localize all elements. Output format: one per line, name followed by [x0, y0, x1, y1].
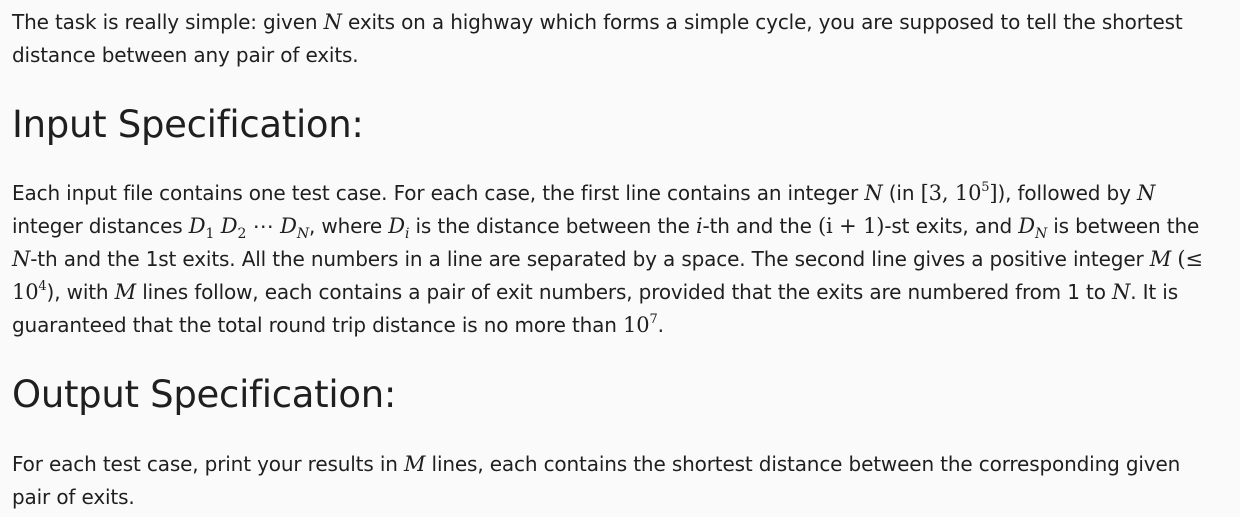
- math-range: [3, 105]: [921, 181, 998, 205]
- output-spec-paragraph: For each test case, print your results i…: [12, 448, 1224, 514]
- intro-text: The task is really simple: given: [12, 10, 324, 34]
- math-sub: 1: [205, 226, 215, 242]
- input-text: -st exits, and: [884, 214, 1019, 238]
- input-spec-heading: Input Specification:: [12, 103, 364, 146]
- math-ten-pow-7: 107: [623, 313, 658, 337]
- output-spec-heading: Output Specification:: [12, 373, 397, 416]
- math-n: N: [864, 181, 883, 205]
- input-text: -th and the: [702, 214, 818, 238]
- math-d: D: [1018, 214, 1035, 238]
- math-di: Di: [388, 214, 409, 241]
- output-text: For each test case, print your results i…: [12, 452, 404, 476]
- math-d: D: [388, 214, 405, 238]
- input-text: -th and the 1st exits. All the numbers i…: [30, 247, 1150, 271]
- math-sub: N: [296, 226, 309, 242]
- math-dots: ⋯: [252, 214, 274, 238]
- math-dn: DN: [1018, 214, 1047, 241]
- math-range-open: [3, 10: [920, 181, 982, 205]
- input-text: is the distance between the: [409, 214, 696, 238]
- intro-paragraph: The task is really simple: given N exits…: [12, 6, 1224, 72]
- input-text: is between the: [1047, 214, 1200, 238]
- math-n: N: [1112, 280, 1131, 304]
- input-spec-paragraph: Each input file contains one test case. …: [12, 177, 1224, 342]
- math-n: N: [1136, 181, 1156, 205]
- math-n: N: [323, 10, 342, 34]
- math-sub: 2: [237, 226, 247, 242]
- math-distances: D1 D2 ⋯ DN: [188, 214, 309, 241]
- math-m: M: [114, 280, 137, 304]
- math-i: i: [695, 214, 703, 238]
- input-text: , where: [308, 214, 389, 238]
- input-text: .: [657, 313, 664, 337]
- input-text: Each input file contains one test case. …: [12, 181, 865, 205]
- input-text: integer distances: [12, 214, 189, 238]
- math-ten: 10: [623, 313, 650, 337]
- math-m: M: [1149, 247, 1172, 271]
- math-d: D: [280, 214, 297, 238]
- math-i-plus-1: (i + 1): [817, 214, 885, 238]
- input-text: lines follow, each contains a pair of ex…: [136, 280, 1112, 304]
- math-n: N: [12, 247, 31, 271]
- math-sub: N: [1034, 226, 1048, 242]
- input-text: ), with: [46, 280, 115, 304]
- input-text: (in: [882, 181, 921, 205]
- problem-statement: The task is really simple: given N exits…: [0, 0, 1240, 514]
- input-text: ), followed by: [997, 181, 1137, 205]
- math-exp: 7: [649, 312, 658, 327]
- math-d: D: [220, 214, 238, 238]
- math-m: M: [403, 452, 426, 476]
- math-exp: 4: [38, 279, 47, 294]
- math-d: D: [188, 214, 206, 238]
